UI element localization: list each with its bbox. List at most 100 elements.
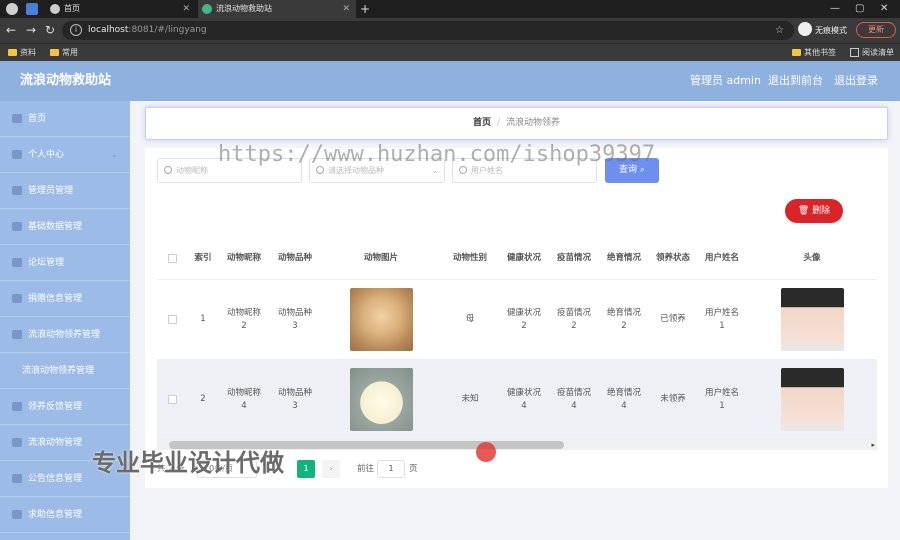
column-header[interactable]: 用户姓名	[697, 238, 747, 279]
donation-icon	[12, 294, 22, 303]
cell-gender: 母	[465, 314, 475, 324]
url-path: :8081/#/lingyang	[128, 25, 207, 35]
sidebar-item-forum[interactable]: 论坛管理	[0, 245, 130, 281]
browser-menu-icon[interactable]	[6, 3, 18, 15]
update-button[interactable]: 更新	[856, 22, 896, 38]
browser-tab-bar: 首页 ✕ 流浪动物救助站 ✕ + — ▢ ✕	[0, 0, 900, 18]
cell-status: 已领养	[660, 314, 686, 324]
reading-list-icon	[850, 48, 859, 57]
site-info-icon[interactable]: i	[70, 24, 82, 36]
column-header[interactable]: 动物性别	[441, 238, 499, 279]
row-checkbox[interactable]	[167, 315, 177, 324]
breadcrumb-separator: /	[496, 118, 501, 128]
close-tab-icon[interactable]: ✕	[182, 0, 190, 18]
bookmarks-bar: 资料 常用 其他书签 阅读清单	[0, 43, 900, 61]
reload-icon[interactable]: ↻	[45, 22, 55, 38]
cell-user-name: 用户姓名 1	[704, 307, 739, 331]
app-header: 流浪动物救助站 管理员 admin 退出到前台 退出登录	[0, 61, 900, 101]
scroll-right-arrow-icon[interactable]: ▸	[871, 440, 875, 450]
close-tab-icon[interactable]: ✕	[342, 0, 350, 18]
column-header[interactable]: 健康状况	[499, 238, 549, 279]
cell-sterile: 绝育情况 2	[606, 307, 641, 331]
sidebar-item-help[interactable]: 求助信息管理	[0, 497, 130, 533]
cell-vaccine: 疫苗情况 2	[556, 307, 591, 331]
chevron-down-icon: ⌄	[111, 150, 118, 159]
pinned-tab-icon[interactable]	[26, 3, 38, 15]
person-icon	[12, 474, 22, 483]
next-page-button[interactable]: ›	[322, 460, 340, 478]
star-icon[interactable]: ☆	[775, 21, 784, 40]
user-icon	[12, 150, 22, 159]
column-header[interactable]: 领养状态	[649, 238, 697, 279]
admin-icon	[12, 186, 22, 195]
sidebar-item-profile[interactable]: 个人中心 ⌄	[0, 137, 130, 173]
tab-app[interactable]: 流浪动物救助站 ✕	[198, 0, 356, 18]
content-panel: 动物昵称 请选择动物品种 ⌄ 用户姓名 查询 ⌕ 🗑 删除 索引 动物昵称 动物…	[145, 148, 888, 488]
column-header[interactable]: 动物图片	[321, 238, 441, 279]
maximize-icon[interactable]: ▢	[855, 0, 864, 18]
cell-breed: 动物品种 3	[277, 307, 312, 331]
bookmark-folder[interactable]: 其他书签	[792, 44, 836, 62]
folder-icon	[792, 49, 801, 56]
cell-vaccine: 疫苗情况 4	[556, 387, 591, 411]
url-input[interactable]: i localhost:8081/#/lingyang ☆	[62, 21, 794, 40]
goto-label: 前往	[357, 464, 375, 474]
breadcrumb-current: 流浪动物领养	[506, 118, 561, 128]
help-icon	[12, 510, 22, 519]
incognito-icon[interactable]	[798, 22, 812, 36]
avatar[interactable]	[780, 368, 844, 431]
cell-health: 健康状况 4	[506, 387, 541, 411]
page-number-button[interactable]: 1	[297, 460, 315, 478]
list-icon	[12, 402, 22, 411]
folder-icon	[8, 49, 17, 56]
search-icon	[164, 166, 172, 174]
home-icon	[12, 114, 22, 123]
watermark-url: https://www.huzhan.com/ishop39397	[218, 142, 656, 167]
grid-icon	[12, 438, 22, 447]
tab-home[interactable]: 首页 ✕	[46, 0, 196, 18]
row-checkbox[interactable]	[167, 395, 177, 404]
sidebar-subitem-adoption[interactable]: 流浪动物领养管理	[0, 353, 130, 389]
sidebar-item-adoption[interactable]: 流浪动物领养管理	[0, 317, 130, 353]
column-header[interactable]: 索引	[187, 238, 219, 279]
url-host: localhost	[88, 25, 129, 35]
table-row[interactable]: 2 动物昵称 4 动物品种 3 未知 健康状况 4 疫苗情况 4 绝育情况 4 …	[157, 360, 877, 440]
logout-link[interactable]: 退出登录	[834, 61, 878, 101]
search-icon	[459, 166, 467, 174]
goto-page-input[interactable]: 1	[377, 460, 405, 478]
sidebar-item-home[interactable]: 首页	[0, 101, 130, 137]
sidebar-item-base-data[interactable]: 基础数据管理	[0, 209, 130, 245]
back-icon[interactable]: ←	[6, 22, 16, 38]
cell-health: 健康状况 2	[506, 307, 541, 331]
table-header-row: 索引 动物昵称 动物品种 动物图片 动物性别 健康状况 疫苗情况 绝育情况 领养…	[157, 238, 877, 280]
sidebar-item-admin[interactable]: 管理员管理	[0, 173, 130, 209]
minimize-icon[interactable]: —	[830, 0, 840, 18]
avatar[interactable]	[780, 288, 844, 351]
breadcrumb: 首页 / 流浪动物领养	[145, 107, 888, 140]
cell-sterile: 绝育情况 4	[606, 387, 641, 411]
forward-icon[interactable]: →	[26, 22, 36, 38]
sidebar-item-donation[interactable]: 捐赠信息管理	[0, 281, 130, 317]
watermark-text: 专业毕业设计代做	[92, 449, 284, 477]
table-row[interactable]: 1 动物昵称 2 动物品种 3 母 健康状况 2 疫苗情况 2 绝育情况 2 已…	[157, 280, 877, 360]
mouse-cursor-indicator	[476, 442, 496, 462]
bookmark-folder[interactable]: 资料	[8, 44, 36, 62]
new-tab-button[interactable]: +	[360, 0, 370, 18]
column-header[interactable]: 头像	[747, 238, 877, 279]
column-header[interactable]: 动物品种	[269, 238, 321, 279]
column-header[interactable]: 疫苗情况	[549, 238, 599, 279]
sidebar-item-feedback[interactable]: 领养反馈管理	[0, 389, 130, 425]
column-header[interactable]: 绝育情况	[599, 238, 649, 279]
animal-photo[interactable]	[349, 288, 413, 351]
animal-photo[interactable]	[349, 368, 413, 431]
select-all-checkbox[interactable]	[167, 254, 177, 263]
breadcrumb-home[interactable]: 首页	[473, 118, 491, 128]
close-window-icon[interactable]: ✕	[880, 0, 888, 18]
column-header[interactable]: 动物昵称	[219, 238, 269, 279]
delete-button[interactable]: 🗑 删除	[785, 199, 843, 223]
bookmark-folder[interactable]: 常用	[50, 44, 78, 62]
reading-list[interactable]: 阅读清单	[850, 44, 894, 62]
cell-gender: 未知	[461, 394, 479, 404]
select-all-cell	[157, 238, 187, 279]
back-to-front-link[interactable]: 退出到前台	[768, 61, 823, 101]
